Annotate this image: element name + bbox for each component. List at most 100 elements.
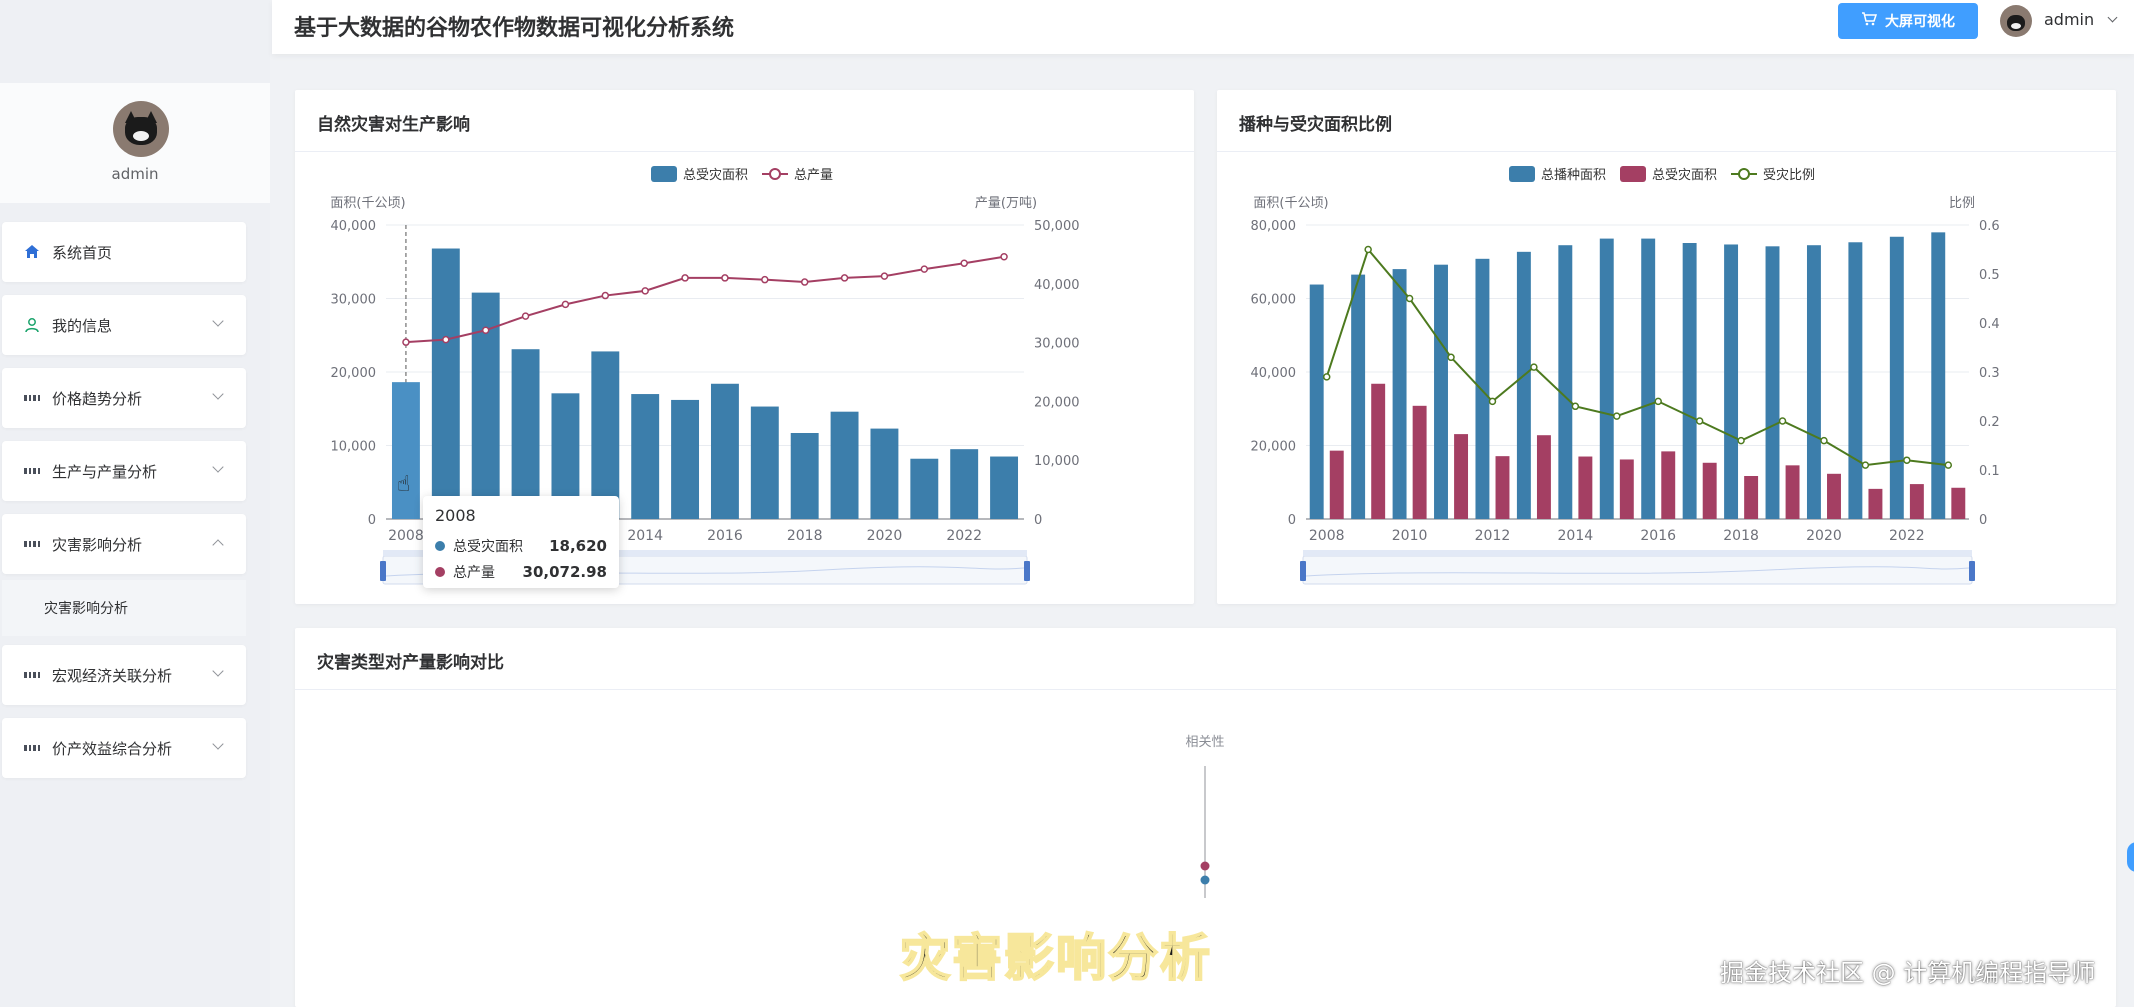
bigscreen-button[interactable]: 大屏可视化: [1838, 3, 1978, 39]
zoom-handle-right: [1024, 561, 1030, 581]
sidebar-item-label: 价格趋势分析: [52, 389, 143, 408]
top-header: 基于大数据的谷物农作物数据可视化分析系统 大屏可视化 admin: [272, 0, 2134, 54]
line-point: [1820, 436, 1828, 445]
line-point: [1488, 397, 1497, 406]
watermark: 掘金技术社区 @ 计算机编程指导师: [1720, 959, 2096, 987]
sidebar-item-home[interactable]: 系统首页: [2, 222, 246, 282]
sidebar-item-my-info[interactable]: 我的信息: [2, 295, 246, 355]
header-username[interactable]: admin: [2044, 10, 2094, 29]
sidebar-item-label: 我的信息: [52, 316, 113, 335]
line-point: [641, 287, 649, 295]
bar: [1619, 459, 1634, 519]
bar: [1578, 456, 1593, 519]
sidebar-subitem-disaster-analysis[interactable]: 灾害影响分析: [2, 580, 246, 636]
y-tick-right: 20,000: [1034, 395, 1080, 410]
tooltip-series-value: 30,072.98: [522, 563, 607, 581]
bar: [710, 383, 739, 519]
zoom-slider-top: [1303, 550, 1972, 556]
line-point: [402, 338, 410, 346]
x-tick: 2008: [1309, 528, 1345, 544]
line-point: [561, 300, 570, 309]
tooltip-series-name: 总产量: [453, 565, 495, 581]
bar: [1558, 245, 1573, 519]
line-point: [1613, 412, 1621, 420]
bar: [391, 382, 420, 519]
line-point: [761, 275, 769, 284]
bar: [1868, 488, 1883, 519]
x-tick: 2018: [1723, 528, 1759, 544]
bar: [990, 456, 1019, 519]
sidebar-item-label: 宏观经济关联分析: [52, 666, 173, 685]
x-tick: 2022: [1889, 528, 1925, 544]
y-tick-left: 80,000: [1251, 219, 1297, 234]
line-point: [721, 274, 729, 282]
sidebar-item-macro[interactable]: 宏观经济关联分析: [2, 645, 246, 705]
x-tick: 2020: [1806, 528, 1842, 544]
tooltip-title: 2008: [435, 506, 476, 525]
bar: [1724, 244, 1739, 520]
bar: [1765, 246, 1780, 519]
chevron-down-icon: [212, 315, 224, 327]
bar: [1475, 258, 1490, 519]
chart-sown-disaster-ratio[interactable]: 0 20,000 40,000 60,000 80,000 0 0.1 0.2 0.3 0.4 0.…: [1217, 90, 2116, 604]
grid-icon: [24, 740, 40, 756]
header-avatar[interactable]: [2000, 5, 2032, 37]
hand-cursor-icon: ☝: [397, 472, 411, 497]
bar: [910, 458, 939, 519]
y-tick-right: 40,000: [1034, 278, 1080, 293]
video-subtitle: 灾害影响分析: [899, 928, 1212, 988]
y-tick-right: 0: [1979, 513, 1987, 528]
grid-icon: [24, 463, 40, 479]
line-point: [1000, 253, 1008, 261]
legend-swatch: [1509, 166, 1535, 182]
axis-title: 相关性: [1185, 735, 1224, 750]
line-point: [442, 335, 450, 344]
y-tick-right: 10,000: [1034, 454, 1080, 469]
chevron-down-icon: [212, 665, 224, 677]
x-tick: 2020: [867, 528, 903, 544]
bar: [1329, 450, 1344, 519]
grid-icon: [24, 536, 40, 552]
sidebar-item-production[interactable]: 生产与产量分析: [2, 441, 246, 501]
x-tick: 2016: [707, 528, 743, 544]
bar: [1827, 473, 1841, 519]
line-point: [601, 291, 610, 300]
bar: [671, 399, 700, 519]
x-tick: 2016: [1640, 528, 1676, 544]
sidebar-item-disaster[interactable]: 灾害影响分析: [2, 514, 246, 574]
bar: [1889, 236, 1904, 519]
y-tick-right: 0.5: [1979, 268, 2000, 283]
tooltip-dot: [435, 541, 445, 551]
tooltip-series-value: 18,620: [549, 537, 607, 555]
zoom-handle-left: [1300, 561, 1306, 581]
zoom-slider-track: [1302, 555, 1973, 585]
bar: [511, 349, 540, 519]
x-tick: 2018: [787, 528, 823, 544]
line-point: [521, 312, 530, 320]
floating-edge-button[interactable]: [2127, 842, 2134, 872]
grid-icon: [24, 390, 40, 406]
line-point: [1364, 245, 1372, 254]
avatar[interactable]: [113, 101, 169, 157]
sidebar-item-benefit[interactable]: 价产效益综合分析: [2, 718, 246, 778]
zoom-handle-left: [380, 561, 386, 581]
y-tick-right: 50,000: [1034, 219, 1080, 234]
sidebar-item-label: 系统首页: [52, 243, 113, 262]
legend-swatch: [1738, 168, 1750, 180]
chevron-down-icon: [212, 738, 224, 750]
bar: [1931, 232, 1946, 519]
y-tick-right: 0.3: [1979, 366, 2000, 381]
sidebar-item-price-trend[interactable]: 价格趋势分析: [2, 368, 246, 428]
line-point: [1903, 456, 1911, 464]
chevron-down-icon: [212, 388, 224, 400]
y-tick-right: 30,000: [1034, 337, 1080, 352]
sidebar-profile: admin: [0, 83, 270, 203]
bar: [431, 248, 460, 519]
chart-tooltip: 2008 总受灾面积 18,620 总产量 30,072.98: [423, 496, 619, 588]
tooltip-row: 总产量 30,072.98: [435, 559, 607, 585]
tooltip-row: 总受灾面积 18,620: [435, 533, 607, 559]
sidebar-item-label: 价产效益综合分析: [52, 739, 173, 758]
bar: [631, 394, 660, 519]
legend-swatch: [651, 166, 677, 182]
chevron-down-icon[interactable]: [2107, 12, 2118, 23]
